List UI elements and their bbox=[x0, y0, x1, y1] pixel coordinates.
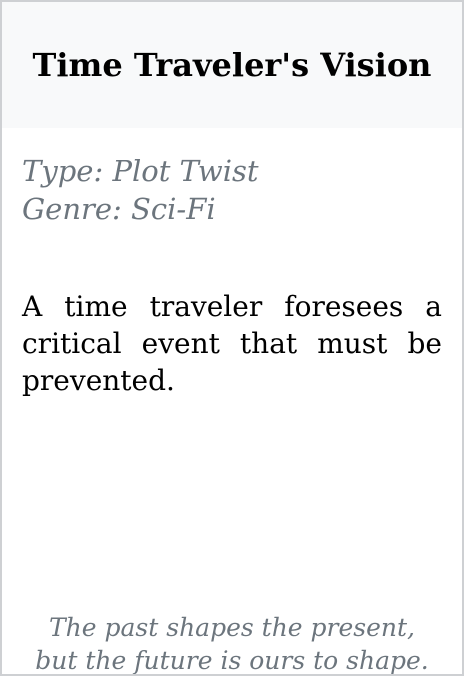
quote-line-1: The past shapes the present, bbox=[48, 613, 415, 642]
card-type: Type: Plot Twist bbox=[22, 154, 259, 188]
card-meta: Type: Plot Twist Genre: Sci-Fi bbox=[22, 152, 259, 228]
card-header: Time Traveler's Vision bbox=[2, 2, 462, 128]
card-description: A time traveler foresees a critical even… bbox=[22, 290, 442, 397]
card-title: Time Traveler's Vision bbox=[32, 46, 432, 84]
quote-line-2: but the future is ours to shape. bbox=[35, 646, 429, 675]
story-card: Time Traveler's Vision Type: Plot Twist … bbox=[0, 0, 464, 676]
card-quote: The past shapes the present, but the fut… bbox=[2, 611, 462, 675]
card-genre: Genre: Sci-Fi bbox=[22, 192, 216, 226]
